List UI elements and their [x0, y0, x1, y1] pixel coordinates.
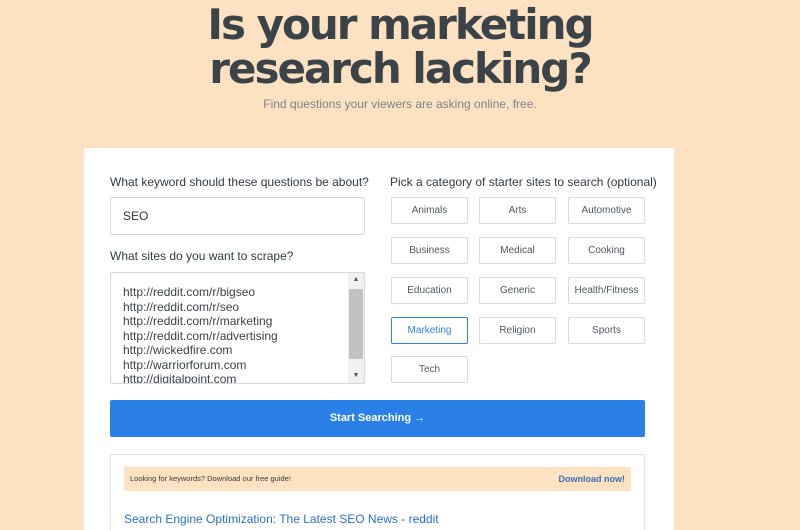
guide-banner: Looking for keywords? Download our free … [124, 467, 631, 491]
headline-line-2: research lacking? [209, 44, 592, 93]
sites-textarea[interactable]: http://reddit.com/r/bigseo http://reddit… [110, 272, 365, 384]
category-arts[interactable]: Arts [479, 197, 556, 224]
category-education[interactable]: Education [391, 277, 468, 304]
download-now-link[interactable]: Download now! [559, 467, 626, 491]
search-form-card: What keyword should these questions be a… [84, 148, 674, 530]
headline-line-1: Is your marketing [207, 0, 594, 49]
category-medical[interactable]: Medical [479, 237, 556, 264]
sites-list-text[interactable]: http://reddit.com/r/bigseo http://reddit… [123, 285, 278, 383]
scroll-down-arrow-icon[interactable]: ▼ [348, 369, 364, 383]
category-generic[interactable]: Generic [479, 277, 556, 304]
keyword-input[interactable] [110, 197, 365, 235]
category-sports[interactable]: Sports [568, 317, 645, 344]
keyword-label: What keyword should these questions be a… [110, 175, 369, 189]
category-label: Pick a category of starter sites to sear… [390, 175, 657, 189]
category-religion[interactable]: Religion [479, 317, 556, 344]
result-link[interactable]: Search Engine Optimization: The Latest S… [124, 512, 439, 526]
category-health-fitness[interactable]: Health/Fitness [568, 277, 645, 304]
start-searching-button[interactable]: Start Searching → [110, 400, 645, 437]
category-animals[interactable]: Animals [391, 197, 468, 224]
scrollbar-thumb[interactable] [349, 289, 363, 359]
category-tech[interactable]: Tech [391, 356, 468, 383]
category-marketing[interactable]: Marketing [391, 317, 468, 344]
results-panel: Looking for keywords? Download our free … [110, 454, 645, 530]
category-business[interactable]: Business [391, 237, 468, 264]
category-cooking[interactable]: Cooking [568, 237, 645, 264]
category-automotive[interactable]: Automotive [568, 197, 645, 224]
banner-text: Looking for keywords? Download our free … [130, 474, 291, 483]
scroll-up-arrow-icon[interactable]: ▲ [348, 273, 364, 287]
sites-label: What sites do you want to scrape? [110, 249, 294, 263]
subtitle: Find questions your viewers are asking o… [263, 97, 537, 111]
